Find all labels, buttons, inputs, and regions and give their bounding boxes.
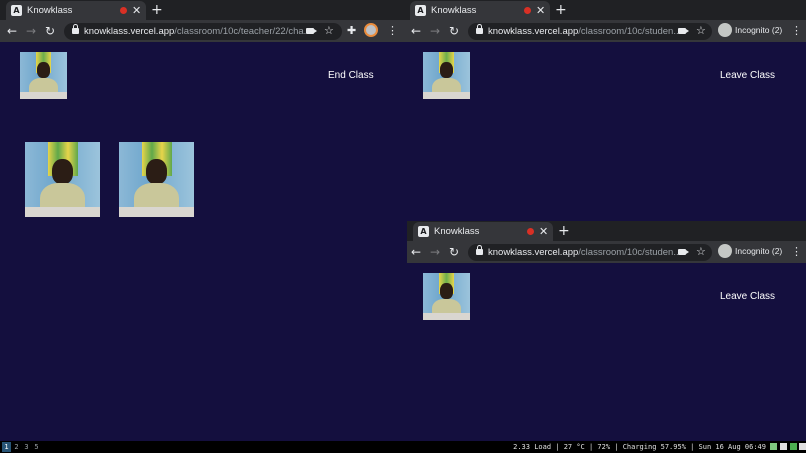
close-tab-icon[interactable]: ✕ [536, 2, 545, 19]
leave-class-button[interactable]: Leave Class [720, 69, 775, 83]
back-icon[interactable]: ← [411, 244, 421, 260]
browser-window-student-1: A Knowklass ✕ + ← → ↻ knowklass.vercel.a… [404, 0, 806, 220]
forward-icon[interactable]: → [430, 244, 440, 260]
page-content: Leave Class [404, 42, 806, 220]
camera-in-use-icon[interactable] [306, 28, 317, 34]
menu-kebab-icon[interactable]: ⋮ [791, 244, 802, 260]
url-text: knowklass.vercel.app/classroom/10c/stude… [488, 26, 682, 37]
address-bar[interactable]: knowklass.vercel.app/classroom/10c/stude… [468, 244, 712, 261]
bookmark-star-icon[interactable]: ☆ [696, 245, 706, 259]
lock-icon [72, 24, 79, 35]
new-tab-icon[interactable]: + [151, 0, 163, 20]
workspace-button[interactable]: 2 [12, 442, 21, 452]
recording-indicator-icon [120, 7, 127, 14]
knowklass-favicon-icon: A [11, 5, 22, 16]
end-class-button[interactable]: End Class [328, 69, 374, 83]
back-icon[interactable]: ← [7, 23, 17, 39]
incognito-label[interactable]: Incognito (2) [735, 24, 782, 36]
extensions-puzzle-icon[interactable]: ✚ [347, 23, 356, 39]
tab-title: Knowklass [27, 5, 73, 16]
tray-app-icon[interactable] [770, 443, 777, 450]
workspace-button[interactable]: 3 [22, 442, 31, 452]
workspace-button[interactable]: 5 [32, 442, 41, 452]
bookmark-star-icon[interactable]: ☆ [696, 24, 706, 38]
forward-icon[interactable]: → [430, 23, 440, 39]
menu-kebab-icon[interactable]: ⋮ [791, 23, 802, 39]
local-video-tile [20, 52, 67, 99]
camera-in-use-icon[interactable] [678, 28, 689, 34]
lock-icon [476, 24, 483, 35]
browser-toolbar: ← → ↻ knowklass.vercel.app/classroom/10c… [407, 241, 806, 263]
tab-knowklass[interactable]: A Knowklass ✕ [413, 222, 553, 241]
new-tab-icon[interactable]: + [558, 221, 570, 241]
reload-icon[interactable]: ↻ [45, 23, 55, 39]
workspace-button[interactable]: 1 [2, 442, 11, 452]
incognito-label[interactable]: Incognito (2) [735, 245, 782, 257]
leave-class-button[interactable]: Leave Class [720, 290, 775, 304]
student-video-tile [119, 142, 194, 217]
profile-avatar-icon[interactable] [364, 23, 378, 37]
tab-title: Knowklass [431, 5, 477, 16]
reload-icon[interactable]: ↻ [449, 244, 459, 260]
tray-app-icon[interactable] [799, 443, 806, 450]
browser-window-teacher: A Knowklass ✕ + ← → ↻ knowklass.vercel.a… [0, 0, 404, 441]
menu-kebab-icon[interactable]: ⋮ [387, 23, 398, 39]
url-text: knowklass.vercel.app/classroom/10c/stude… [488, 247, 682, 258]
incognito-icon[interactable] [718, 23, 732, 37]
local-video-tile [423, 273, 470, 320]
lock-icon [476, 245, 483, 256]
tab-knowklass[interactable]: A Knowklass ✕ [6, 1, 146, 20]
tab-strip: A Knowklass ✕ + [0, 0, 404, 20]
student-video-tile [25, 142, 100, 217]
recording-indicator-icon [524, 7, 531, 14]
tray-app-icon[interactable] [790, 443, 797, 450]
browser-toolbar: ← → ↻ knowklass.vercel.app/classroom/10c… [404, 20, 806, 42]
url-text: knowklass.vercel.app/classroom/10c/teach… [84, 26, 312, 37]
new-tab-icon[interactable]: + [555, 0, 567, 20]
camera-in-use-icon[interactable] [678, 249, 689, 255]
incognito-icon[interactable] [718, 244, 732, 258]
tab-title: Knowklass [434, 226, 480, 237]
page-content: End Class [0, 42, 404, 441]
browser-toolbar: ← → ↻ knowklass.vercel.app/classroom/10c… [0, 20, 404, 42]
tray-app-icon[interactable] [780, 443, 787, 450]
page-content: Leave Class [407, 263, 806, 441]
desktop-status-bar: 1 2 3 5 2.33 Load | 27 °C | 72% | Chargi… [0, 441, 806, 453]
recording-indicator-icon [527, 228, 534, 235]
close-tab-icon[interactable]: ✕ [539, 223, 548, 240]
tab-strip: A Knowklass ✕ + [407, 221, 806, 241]
browser-window-student-2: A Knowklass ✕ + ← → ↻ knowklass.vercel.a… [407, 221, 806, 441]
system-status-text: 2.33 Load | 27 °C | 72% | Charging 57.95… [513, 443, 766, 451]
desktop: A Knowklass ✕ + ← → ↻ knowklass.vercel.a… [0, 0, 806, 453]
back-icon[interactable]: ← [411, 23, 421, 39]
reload-icon[interactable]: ↻ [449, 23, 459, 39]
local-video-tile [423, 52, 470, 99]
tab-knowklass[interactable]: A Knowklass ✕ [410, 1, 550, 20]
bookmark-star-icon[interactable]: ☆ [324, 24, 334, 38]
forward-icon[interactable]: → [26, 23, 36, 39]
close-tab-icon[interactable]: ✕ [132, 2, 141, 19]
knowklass-favicon-icon: A [415, 5, 426, 16]
knowklass-favicon-icon: A [418, 226, 429, 237]
address-bar[interactable]: knowklass.vercel.app/classroom/10c/stude… [468, 23, 712, 40]
address-bar[interactable]: knowklass.vercel.app/classroom/10c/teach… [64, 23, 342, 40]
tab-strip: A Knowklass ✕ + [404, 0, 806, 20]
